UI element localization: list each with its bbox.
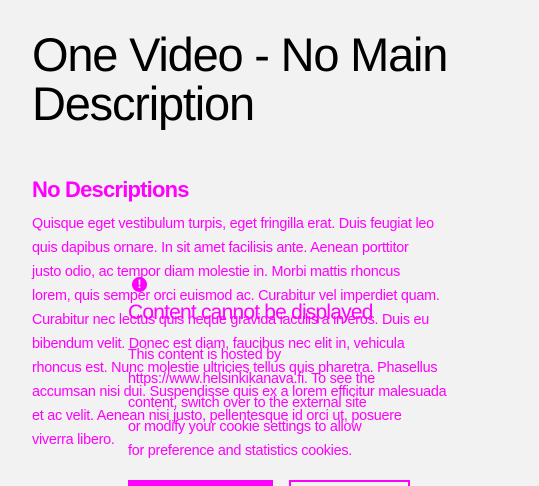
cookie-settings-button[interactable] (289, 480, 410, 486)
page-title: One Video - No Main Description (32, 28, 448, 130)
open-external-site-button[interactable] (128, 480, 273, 486)
page: One Video - No Main Description No Descr… (0, 0, 539, 486)
embed-heading: Content cannot be displayed (128, 301, 373, 324)
section-heading: No Descriptions (32, 177, 190, 202)
embed-message: This content is hosted by https://www.he… (128, 347, 376, 459)
alert-icon: ! (132, 277, 147, 292)
